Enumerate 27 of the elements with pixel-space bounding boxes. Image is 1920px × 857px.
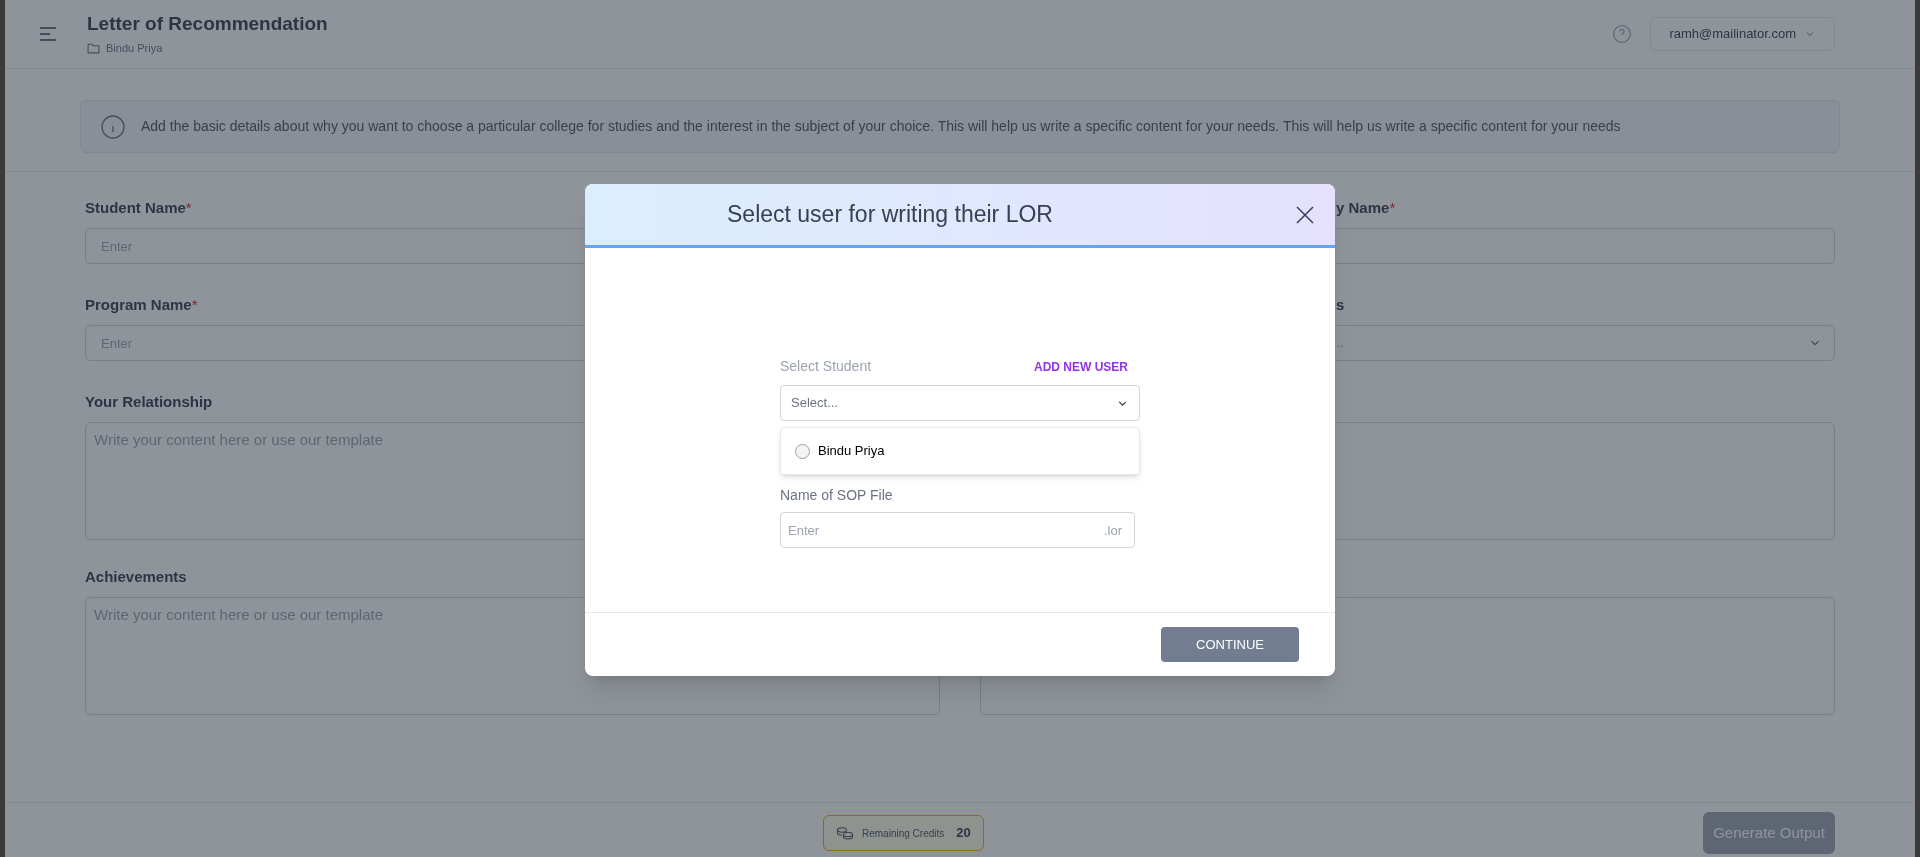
required-mark: * [191,296,198,313]
field-label: Your Relationship [85,393,213,410]
required-mark: * [185,199,192,216]
coins-icon [836,826,854,840]
required-mark: * [1389,199,1396,216]
student-select-field[interactable]: Select... [780,385,1140,421]
close-icon[interactable] [1295,204,1315,225]
field-label: Program Name [85,296,192,313]
info-text: Add the basic details about why you want to choose a particular college for studies and the interest in the subject of your choice. This will help us write a specific content for your needs. This will help us write a specific content for your needs [141,117,1621,136]
field-label: Achievements [85,568,187,585]
field-label: s [1336,296,1345,313]
field-label: Student Name [85,199,186,216]
field-label: y Name [1336,199,1390,216]
file-extension-label: .lor [1103,522,1122,540]
breadcrumb-link[interactable]: Bindu Priya [106,39,163,57]
credits-label: Remaining Credits [862,826,945,841]
user-menu-button[interactable]: ramh@mailinator.com [1650,17,1835,51]
info-icon [101,114,125,139]
menu-icon[interactable] [39,27,57,41]
help-icon[interactable] [1612,24,1633,44]
radio-button[interactable] [795,443,810,459]
field-label: Name of SOP File [780,486,894,505]
page-title: Letter of Recommendation [87,11,328,36]
credits-value: 20 [956,824,971,843]
continue-button[interactable]: CONTINUE [1161,627,1299,662]
folder-icon [87,42,100,54]
dialog-title: Select user for writing their LOR [727,200,1053,230]
